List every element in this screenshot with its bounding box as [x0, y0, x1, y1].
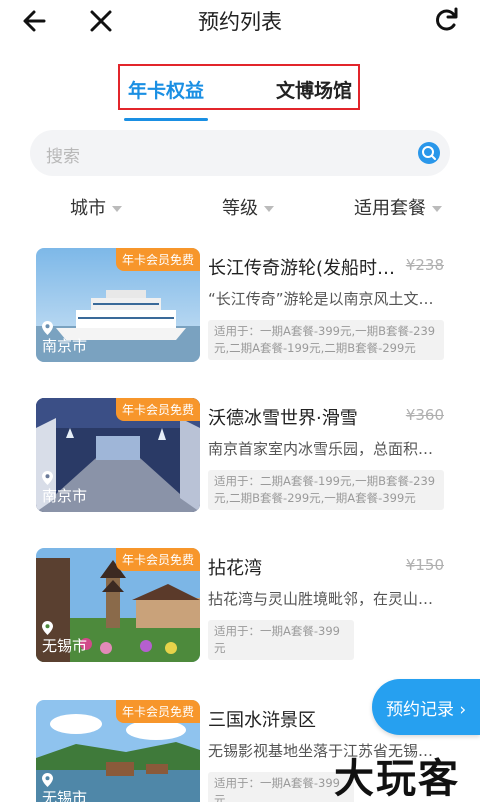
caret-down-icon	[112, 206, 122, 212]
active-tab-indicator	[124, 118, 208, 121]
tab-bar: 年卡权益 文博场馆	[118, 64, 360, 110]
city-label: 无锡市	[42, 773, 87, 802]
caret-down-icon	[432, 206, 442, 212]
location-pin-icon	[42, 773, 53, 787]
location-pin-icon	[42, 321, 53, 335]
page-title: 预约列表	[198, 10, 282, 34]
refresh-icon[interactable]	[432, 4, 462, 34]
tab-annual-card[interactable]: 年卡权益	[128, 76, 204, 103]
member-free-badge: 年卡会员免费	[115, 398, 200, 421]
item-thumbnail: 年卡会员免费 南京市	[36, 398, 200, 512]
filter-city-label: 城市	[70, 198, 106, 219]
filter-city[interactable]: 城市	[70, 194, 122, 220]
city-name: 南京市	[42, 487, 88, 505]
item-description: 拈花湾与灵山胜境毗邻，在灵山…	[208, 590, 434, 608]
list-item[interactable]: 年卡会员免费 南京市 沃德冰雪世界·滑雪 ¥360 南京首家室内冰雪乐园，总面积…	[36, 398, 446, 514]
list-item[interactable]: 年卡会员免费 南京市 长江传奇游轮(发船时… ¥238 “长江传奇”游轮是以南京…	[36, 248, 446, 364]
item-applicable-packages: 适用于：二期A套餐-199元,一期B套餐-239元,二期B套餐-299元,一期A…	[208, 470, 444, 510]
city-label: 无锡市	[42, 621, 87, 656]
member-free-badge: 年卡会员免费	[115, 548, 200, 571]
booking-records-button[interactable]: 预约记录 ›	[372, 679, 480, 735]
city-label: 南京市	[42, 471, 87, 506]
item-original-price: ¥150	[405, 556, 444, 574]
item-applicable-packages: 适用于：一期A套餐-399元,一期B套餐-239元,二期A套餐-199元,二期B…	[208, 320, 444, 360]
watermark-logo: 大玩客	[334, 756, 460, 802]
city-name: 无锡市	[42, 789, 88, 802]
item-applicable-packages: 适用于：一期A套餐-399元	[208, 620, 354, 660]
list-item[interactable]: 年卡会员免费 无锡市 拈花湾 ¥150 拈花湾与灵山胜境毗邻，在灵山… 适用于：…	[36, 548, 446, 664]
item-description: “长江传奇”游轮是以南京风土文…	[208, 290, 434, 308]
member-free-badge: 年卡会员免费	[115, 248, 200, 271]
item-original-price: ¥238	[405, 256, 444, 274]
search-input[interactable]: 搜索	[30, 130, 450, 176]
search-icon[interactable]	[418, 142, 440, 164]
location-pin-icon	[42, 621, 53, 635]
tab-museums[interactable]: 文博场馆	[276, 76, 352, 103]
item-name: 长江传奇游轮(发船时…	[208, 258, 396, 279]
caret-down-icon	[264, 206, 274, 212]
top-bar: 预约列表	[0, 0, 480, 44]
item-thumbnail: 年卡会员免费 无锡市	[36, 548, 200, 662]
item-thumbnail: 年卡会员免费 无锡市	[36, 700, 200, 802]
search-placeholder: 搜索	[46, 147, 80, 167]
filter-bar: 城市 等级 适用套餐	[0, 190, 480, 220]
city-name: 南京市	[42, 337, 88, 355]
member-free-badge: 年卡会员免费	[115, 700, 200, 723]
city-name: 无锡市	[42, 637, 88, 655]
item-name: 拈花湾	[208, 558, 262, 579]
location-pin-icon	[42, 471, 53, 485]
filter-level-label: 等级	[222, 198, 258, 219]
item-original-price: ¥360	[405, 406, 444, 424]
city-label: 南京市	[42, 321, 87, 356]
item-description: 南京首家室内冰雪乐园，总面积…	[208, 440, 434, 458]
item-applicable-packages: 适用于：一期A套餐-399元	[208, 772, 354, 802]
filter-package-label: 适用套餐	[354, 198, 426, 219]
filter-package[interactable]: 适用套餐	[354, 194, 442, 220]
item-name: 沃德冰雪世界·滑雪	[208, 408, 358, 429]
filter-level[interactable]: 等级	[222, 194, 274, 220]
item-thumbnail: 年卡会员免费 南京市	[36, 248, 200, 362]
